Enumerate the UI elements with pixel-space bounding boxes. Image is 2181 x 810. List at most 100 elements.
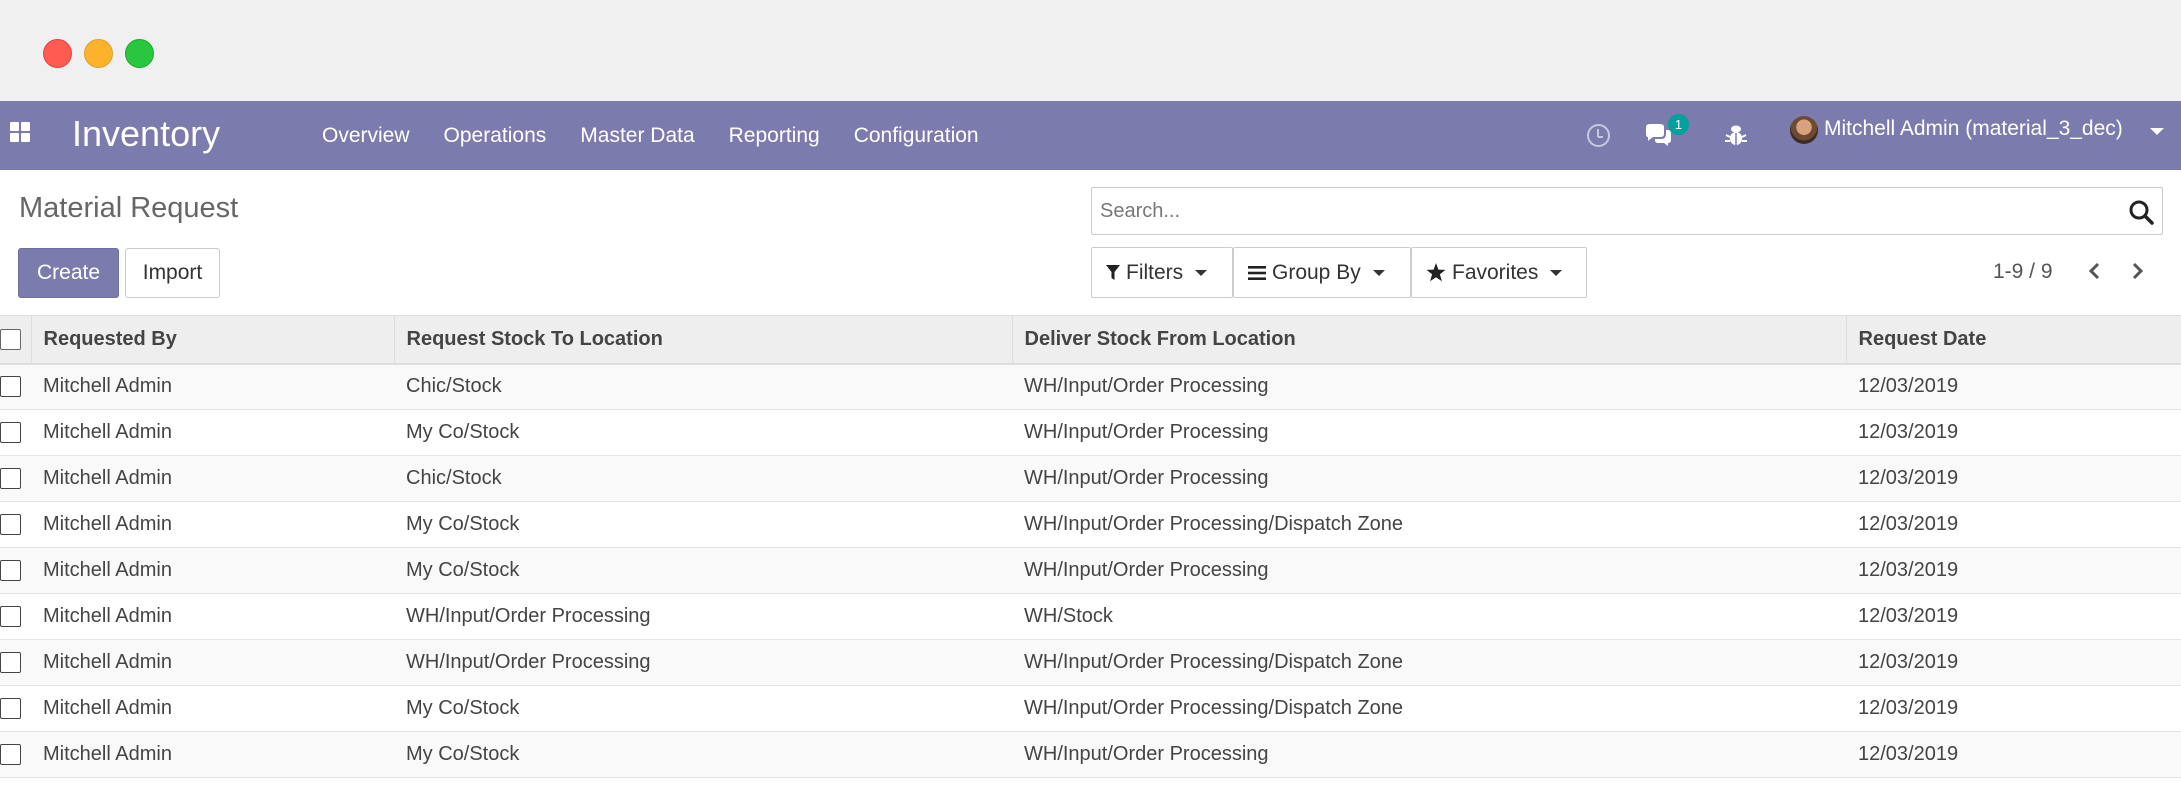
cell-request-date: 12/03/2019 (1858, 513, 1959, 535)
cell-requested-by: Mitchell Admin (43, 559, 172, 581)
pager-value[interactable]: 1-9 / 9 (1993, 260, 2053, 284)
avatar[interactable] (1790, 116, 1818, 144)
filters-label: Filters (1126, 260, 1184, 284)
cell-deliver-stock-from-location: WH/Input/Order Processing (1024, 743, 1269, 765)
cell-request-stock-to-location: WH/Input/Order Processing (406, 651, 651, 673)
chevron-down-icon (1550, 269, 1563, 276)
search-icon[interactable] (2128, 199, 2154, 225)
group-by-button[interactable]: Group By (1233, 247, 1411, 298)
cell-request-date: 12/03/2019 (1858, 743, 1959, 765)
chevron-down-icon[interactable] (2150, 128, 2164, 135)
create-button[interactable]: Create (18, 248, 119, 298)
cell-request-date: 12/03/2019 (1858, 559, 1959, 581)
chevron-down-icon (1372, 269, 1385, 276)
menu-item-reporting[interactable]: Reporting (729, 124, 820, 148)
column-header-deliver-stock-from-location[interactable]: Deliver Stock From Location (1012, 315, 1847, 364)
menu-item-overview[interactable]: Overview (322, 124, 410, 148)
user-menu[interactable]: Mitchell Admin (material_3_dec) (1824, 117, 2123, 141)
cell-request-stock-to-location: My Co/Stock (406, 743, 520, 765)
cell-request-stock-to-location: Chic/Stock (406, 467, 502, 489)
cell-request-date: 12/03/2019 (1858, 697, 1959, 719)
cell-request-stock-to-location: My Co/Stock (406, 697, 520, 719)
favorites-button[interactable]: Favorites (1411, 247, 1587, 298)
bug-icon[interactable] (1724, 123, 1748, 149)
table-row[interactable]: Mitchell Admin WH/Input/Order Processing W… (0, 593, 2181, 640)
row-select-cell (0, 686, 31, 732)
cell-request-stock-to-location: My Co/Stock (406, 421, 520, 443)
window-titlebar (0, 0, 2181, 101)
cell-deliver-stock-from-location: WH/Input/Order Processing (1024, 559, 1269, 581)
row-select-cell (0, 594, 31, 640)
cell-request-date: 12/03/2019 (1858, 375, 1959, 398)
search-box (1091, 187, 2163, 235)
cell-request-stock-to-location: My Co/Stock (406, 559, 520, 581)
column-header-requested-by[interactable]: Requested By (31, 315, 395, 364)
group-by-label: Group By (1272, 260, 1361, 284)
cell-deliver-stock-from-location: WH/Input/Order Processing (1024, 375, 1269, 398)
row-checkbox[interactable] (0, 376, 21, 398)
row-select-cell (0, 732, 31, 778)
chevron-right-icon[interactable] (2122, 256, 2152, 286)
cell-request-stock-to-location: WH/Input/Order Processing (406, 605, 651, 627)
star-icon (1426, 263, 1446, 282)
cell-requested-by: Mitchell Admin (43, 467, 172, 489)
app-brand[interactable]: Inventory (72, 114, 220, 154)
cell-deliver-stock-from-location: WH/Input/Order Processing/Dispatch Zone (1024, 651, 1404, 673)
cell-requested-by: Mitchell Admin (43, 375, 172, 398)
menu-item-master-data[interactable]: Master Data (580, 124, 694, 148)
cell-requested-by: Mitchell Admin (43, 421, 172, 443)
menu-item-configuration[interactable]: Configuration (854, 124, 979, 148)
import-button[interactable]: Import (125, 248, 220, 298)
cell-requested-by: Mitchell Admin (43, 513, 172, 535)
menu-item-operations[interactable]: Operations (444, 124, 547, 148)
cell-deliver-stock-from-location: WH/Stock (1024, 605, 1113, 627)
column-header-request-date[interactable]: Request Date (1846, 315, 2181, 364)
cell-requested-by: Mitchell Admin (43, 697, 172, 719)
table-header-row: Requested By Request Stock To Location D… (0, 315, 2181, 364)
table-row[interactable]: Mitchell Admin Chic/Stock WH/Input/Order P… (0, 363, 2181, 410)
table-row[interactable]: Mitchell Admin Chic/Stock WH/Input/Order P… (0, 455, 2181, 502)
apps-grid-icon[interactable] (10, 122, 32, 144)
cell-request-stock-to-location: My Co/Stock (406, 513, 520, 535)
material-request-table: Requested By Request Stock To Location D… (0, 315, 2181, 778)
row-checkbox[interactable] (0, 606, 21, 628)
row-checkbox[interactable] (0, 422, 21, 444)
table-row[interactable]: Mitchell Admin My Co/Stock WH/Input/Order … (0, 731, 2181, 778)
table-row[interactable]: Mitchell Admin WH/Input/Order Processing W… (0, 639, 2181, 686)
minimize-window-button[interactable] (84, 39, 113, 68)
row-checkbox[interactable] (0, 514, 21, 536)
message-count-badge: 1 (1668, 114, 1689, 135)
cell-requested-by: Mitchell Admin (43, 605, 172, 627)
row-checkbox[interactable] (0, 560, 21, 582)
row-select-cell (0, 548, 31, 594)
cell-deliver-stock-from-location: WH/Input/Order Processing (1024, 421, 1269, 443)
column-header-request-stock-to-location[interactable]: Request Stock To Location (394, 315, 1013, 364)
filter-icon (1106, 264, 1120, 280)
table-row[interactable]: Mitchell Admin My Co/Stock WH/Input/Order … (0, 685, 2181, 732)
table-row[interactable]: Mitchell Admin My Co/Stock WH/Input/Order … (0, 409, 2181, 456)
cell-request-date: 12/03/2019 (1858, 651, 1959, 673)
row-select-cell (0, 640, 31, 686)
chevron-down-icon (1195, 269, 1208, 276)
filters-button[interactable]: Filters (1091, 247, 1233, 298)
row-checkbox[interactable] (0, 652, 21, 674)
cell-requested-by: Mitchell Admin (43, 743, 172, 765)
select-all-checkbox[interactable] (0, 328, 21, 350)
row-checkbox[interactable] (0, 698, 21, 720)
cell-request-date: 12/03/2019 (1858, 421, 1959, 443)
search-input[interactable] (1100, 188, 2100, 234)
close-window-button[interactable] (43, 39, 72, 68)
row-checkbox[interactable] (0, 744, 21, 766)
maximize-window-button[interactable] (125, 39, 154, 68)
chevron-left-icon[interactable] (2080, 256, 2110, 286)
row-select-cell (0, 502, 31, 548)
table-row[interactable]: Mitchell Admin My Co/Stock WH/Input/Order … (0, 501, 2181, 548)
table-row[interactable]: Mitchell Admin My Co/Stock WH/Input/Order … (0, 547, 2181, 594)
cell-deliver-stock-from-location: WH/Input/Order Processing/Dispatch Zone (1024, 697, 1404, 719)
cell-request-stock-to-location: Chic/Stock (406, 375, 502, 398)
clock-icon[interactable] (1587, 124, 1610, 147)
row-select-cell (0, 456, 31, 502)
main-content: Material Request Create Import Filters G… (0, 170, 2181, 810)
cell-request-date: 12/03/2019 (1858, 605, 1959, 627)
row-checkbox[interactable] (0, 468, 21, 490)
